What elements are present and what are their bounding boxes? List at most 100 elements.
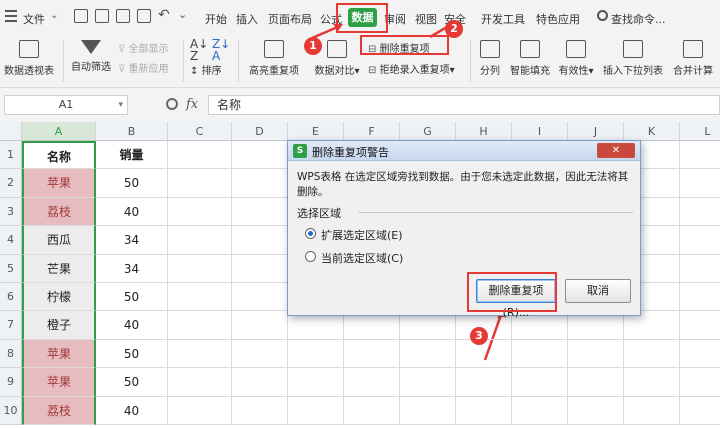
empty-cell[interactable] — [624, 368, 680, 397]
column-header[interactable]: G — [400, 122, 456, 141]
empty-cell[interactable] — [168, 169, 232, 198]
empty-cell[interactable] — [232, 339, 288, 369]
empty-cell[interactable] — [568, 396, 624, 425]
data-cell[interactable]: 50 — [96, 368, 168, 397]
zoom-icon[interactable] — [166, 98, 178, 110]
cancel-button[interactable]: 取消 — [565, 279, 631, 303]
empty-cell[interactable] — [288, 396, 344, 425]
empty-cell[interactable] — [680, 255, 720, 283]
empty-cell[interactable] — [568, 339, 624, 369]
empty-cell[interactable] — [624, 339, 680, 369]
empty-cell[interactable] — [168, 311, 232, 340]
column-header[interactable]: A — [22, 122, 96, 141]
row-header[interactable]: 3 — [0, 197, 22, 227]
row-header[interactable]: 7 — [0, 311, 22, 340]
header-cell[interactable]: 销量 — [96, 141, 168, 170]
empty-cell[interactable] — [456, 396, 512, 425]
empty-cell[interactable] — [400, 339, 456, 369]
empty-cell[interactable] — [232, 169, 288, 198]
data-cell[interactable]: 柠檬 — [22, 283, 96, 312]
empty-cell[interactable] — [400, 396, 456, 425]
data-cell[interactable]: 50 — [96, 339, 168, 369]
data-cell[interactable]: 34 — [96, 254, 168, 283]
empty-cell[interactable] — [232, 197, 288, 227]
row-header[interactable]: 5 — [0, 254, 22, 283]
data-cell[interactable]: 50 — [96, 169, 168, 198]
empty-cell[interactable] — [288, 368, 344, 397]
data-cell[interactable]: 40 — [96, 197, 168, 227]
column-header[interactable]: I — [512, 122, 568, 141]
data-cell[interactable]: 荔枝 — [22, 197, 96, 227]
name-box[interactable]: A1 ▾ — [4, 95, 128, 115]
column-header[interactable]: H — [456, 122, 512, 141]
column-header[interactable]: F — [344, 122, 400, 141]
empty-cell[interactable] — [344, 368, 400, 397]
column-header[interactable]: L — [680, 122, 720, 141]
data-cell[interactable]: 苹果 — [22, 339, 96, 369]
data-cell[interactable]: 40 — [96, 396, 168, 425]
empty-cell[interactable] — [288, 339, 344, 369]
empty-cell[interactable] — [232, 226, 288, 255]
row-header[interactable]: 8 — [0, 339, 22, 369]
data-cell[interactable]: 芒果 — [22, 254, 96, 283]
data-cell[interactable]: 苹果 — [22, 368, 96, 397]
data-cell[interactable]: 34 — [96, 226, 168, 255]
empty-cell[interactable] — [168, 197, 232, 227]
empty-cell[interactable] — [168, 254, 232, 283]
empty-cell[interactable] — [344, 339, 400, 369]
column-header[interactable]: K — [624, 122, 680, 141]
empty-cell[interactable] — [624, 396, 680, 425]
empty-cell[interactable] — [512, 368, 568, 397]
data-cell[interactable]: 苹果 — [22, 169, 96, 198]
data-cell[interactable]: 西瓜 — [22, 226, 96, 255]
empty-cell[interactable] — [168, 283, 232, 312]
empty-cell[interactable] — [680, 340, 720, 369]
data-cell[interactable]: 50 — [96, 283, 168, 312]
empty-cell[interactable] — [232, 283, 288, 312]
fx-icon[interactable]: fx — [186, 97, 198, 112]
close-icon[interactable]: ✕ — [597, 143, 635, 158]
empty-cell[interactable] — [512, 339, 568, 369]
row-header[interactable]: 4 — [0, 226, 22, 255]
empty-cell[interactable] — [232, 311, 288, 340]
row-header[interactable]: 2 — [0, 169, 22, 198]
header-cell[interactable]: 名称 — [22, 141, 96, 170]
empty-cell[interactable] — [680, 141, 720, 170]
empty-cell[interactable] — [344, 396, 400, 425]
empty-cell[interactable] — [168, 339, 232, 369]
empty-cell[interactable] — [232, 368, 288, 397]
column-header[interactable]: J — [568, 122, 624, 141]
radio-unchecked[interactable] — [305, 251, 316, 262]
column-header[interactable]: D — [232, 122, 288, 141]
empty-cell[interactable] — [456, 339, 512, 369]
empty-cell[interactable] — [680, 226, 720, 255]
empty-cell[interactable] — [680, 368, 720, 397]
empty-cell[interactable] — [232, 254, 288, 283]
empty-cell[interactable] — [568, 368, 624, 397]
empty-cell[interactable] — [168, 141, 232, 170]
radio-checked[interactable] — [305, 228, 316, 239]
empty-cell[interactable] — [400, 368, 456, 397]
data-cell[interactable]: 荔枝 — [22, 396, 96, 425]
row-header[interactable]: 9 — [0, 368, 22, 397]
data-cell[interactable]: 橙子 — [22, 311, 96, 340]
empty-cell[interactable] — [168, 226, 232, 255]
data-cell[interactable]: 40 — [96, 311, 168, 340]
row-header[interactable]: 6 — [0, 283, 22, 312]
empty-cell[interactable] — [680, 283, 720, 312]
empty-cell[interactable] — [168, 368, 232, 397]
empty-cell[interactable] — [680, 311, 720, 340]
formula-input[interactable]: 名称 — [208, 95, 720, 115]
row-header[interactable]: 1 — [0, 141, 22, 170]
row-header[interactable]: 10 — [0, 396, 22, 425]
empty-cell[interactable] — [680, 169, 720, 198]
empty-cell[interactable] — [512, 396, 568, 425]
column-header[interactable]: B — [96, 122, 168, 141]
select-all-corner[interactable] — [0, 122, 22, 141]
empty-cell[interactable] — [232, 141, 288, 170]
empty-cell[interactable] — [680, 198, 720, 227]
column-header[interactable]: E — [288, 122, 344, 141]
empty-cell[interactable] — [232, 396, 288, 425]
empty-cell[interactable] — [680, 397, 720, 425]
empty-cell[interactable] — [456, 368, 512, 397]
